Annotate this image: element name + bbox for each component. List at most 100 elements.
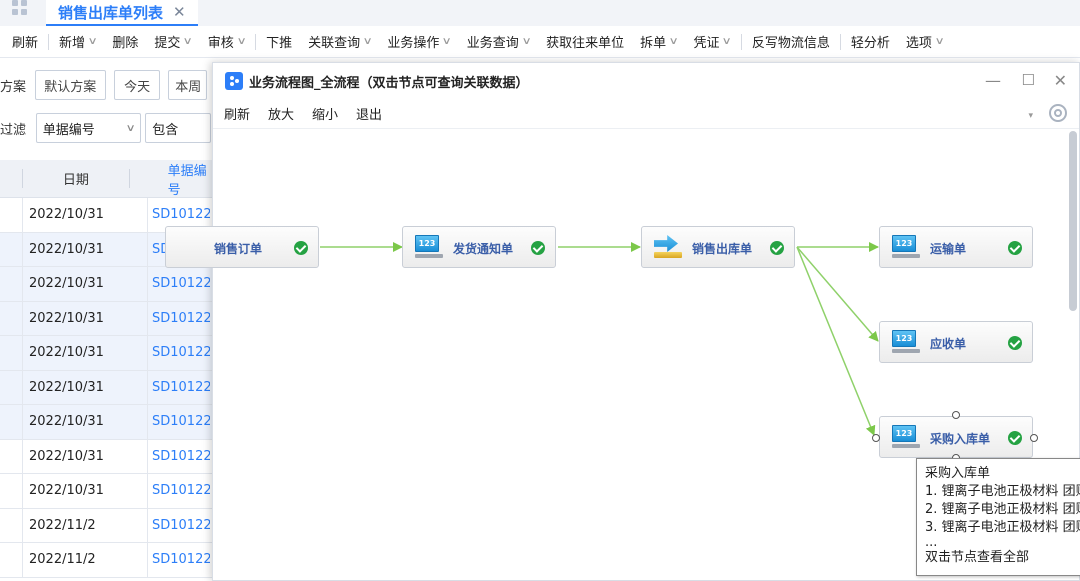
check-icon [1008,431,1022,445]
chevron-down-icon[interactable]: ∨ [183,36,193,47]
cell-date: 2022/10/31 [22,267,148,301]
chevron-down-icon[interactable]: ∨ [934,36,944,47]
filter-field-select[interactable]: 单据编号 ∨ [35,113,142,143]
toolbar-divider [740,33,742,50]
chevron-down-icon[interactable]: ∨ [669,36,679,47]
toolbar-button-9[interactable]: 获取往来单位 [538,32,632,51]
cell-date: 2022/10/31 [22,198,148,232]
node-sales-outbound[interactable]: 销售出库单 [641,226,795,268]
menu-refresh[interactable]: 刷新 [224,104,250,123]
table-row[interactable]: 2022/10/31SD101223 [0,301,212,336]
cell-date: 2022/10/31 [22,370,148,404]
sort-down-icon[interactable]: ▾ [1028,111,1033,121]
scheme-label: 方案 [0,79,27,95]
toolbar-button-label: 审核 [207,36,234,51]
filter-operator-value: 包含 [152,122,179,138]
toolbar-button-0[interactable]: 刷新 [12,32,46,51]
menu-zoom-in[interactable]: 放大 [268,104,294,123]
toolbar-button-7[interactable]: 业务操作 ∨ [379,32,458,51]
check-icon [1008,241,1022,255]
cell-bill-number-link[interactable]: SD101229 [148,518,210,533]
node-delivery-notice[interactable]: 123 发货通知单 [402,226,556,268]
tab-close-icon[interactable]: ✕ [173,3,186,21]
toolbar-button-6[interactable]: 关联查询 ∨ [300,32,379,51]
node-transport[interactable]: 123 运输单 [879,226,1033,268]
minimize-icon[interactable]: — [985,71,1001,90]
chevron-down-icon[interactable]: ∨ [363,36,373,47]
cell-bill-number-link[interactable]: SD101228 [148,483,210,498]
table-row[interactable]: 2022/10/31SD101226 [0,405,212,440]
flowchart-icon [225,72,243,90]
filter-label: 过滤 [0,122,27,138]
col-header-date[interactable]: 日期 [22,169,130,188]
toolbar-divider [255,33,257,50]
apps-grid-icon[interactable] [12,0,32,18]
node-label: 发货通知单 [453,242,514,256]
cell-bill-number-link[interactable]: SD101226 [148,414,210,429]
cell-bill-number-link[interactable]: SD101223 [148,311,210,326]
col-header-number[interactable]: 单据编号 [130,160,212,198]
cell-bill-number-link[interactable]: SD101220 [148,552,210,567]
menu-zoom-out[interactable]: 缩小 [312,104,338,123]
toolbar-button-14[interactable]: 选项 ∨ [898,32,951,51]
toolbar-button-13[interactable]: 轻分析 [843,32,898,51]
cell-date: 2022/10/31 [22,232,148,266]
chevron-down-icon[interactable]: ∨ [88,36,98,47]
table-row[interactable]: 2022/10/31SD101222 [0,267,212,302]
scheme-default-button[interactable]: 默认方案 [34,70,106,100]
dialog-title: 业务流程图_全流程（双击节点可查询关联数据） [249,75,529,91]
cell-bill-number-link[interactable]: SD101227 [148,449,210,464]
toolbar-button-label: 获取往来单位 [546,36,625,51]
toolbar-button-label: 删除 [112,36,139,51]
node-purchase-inbound[interactable]: 123 采购入库单 [879,416,1033,458]
table-row[interactable]: 2022/10/31SD101224 [0,336,212,371]
node-label: 采购入库单 [930,432,991,446]
tab-sales-outbound-list[interactable]: 销售出库单列表 ✕ [46,0,198,26]
cell-date: 2022/10/31 [22,405,148,439]
toolbar-button-2[interactable]: 删除 [104,32,146,51]
cell-bill-number-link[interactable]: SD101222 [148,276,210,291]
check-icon [770,241,784,255]
chevron-down-icon[interactable]: ∨ [722,36,732,47]
chevron-down-icon[interactable]: ∨ [521,36,531,47]
resize-handle[interactable] [872,434,880,442]
toolbar-button-12[interactable]: 反写物流信息 [744,32,838,51]
scheme-today-button[interactable]: 今天 [113,70,161,100]
gear-icon[interactable] [1049,104,1067,122]
resize-handle[interactable] [1030,434,1038,442]
chevron-down-icon[interactable]: ∨ [236,36,246,47]
cell-bill-number-link[interactable]: SD101220 [148,207,210,222]
cell-date: 2022/10/31 [22,474,148,508]
grid-header: 日期 单据编号 [0,160,212,198]
toolbar-button-11[interactable]: 凭证 ∨ [685,32,738,51]
tooltip-line: 2. 锂离子电池正极材料 团账 [925,502,1080,517]
cell-bill-number-link[interactable]: SD101224 [148,345,210,360]
close-icon[interactable]: ✕ [1054,71,1067,90]
table-row[interactable]: 2022/10/31SD101227 [0,439,212,474]
toolbar-button-3[interactable]: 提交 ∨ [146,32,199,51]
resize-handle[interactable] [952,411,960,419]
menu-exit[interactable]: 退出 [356,104,382,123]
toolbar-button-5[interactable]: 下推 [258,32,300,51]
toolbar-button-4[interactable]: 审核 ∨ [200,32,253,51]
filter-operator-select[interactable]: 包含 [145,113,211,143]
table-row[interactable]: 2022/11/2SD101220 [0,543,212,578]
toolbar-button-8[interactable]: 业务查询 ∨ [459,32,538,51]
table-row[interactable]: 2022/10/31SD101225 [0,370,212,405]
maximize-icon[interactable]: ☐ [1022,71,1035,89]
filter-row: 过滤 单据编号 ∨ 包含 [0,111,215,145]
toolbar-button-label: 拆单 [640,36,667,51]
cell-bill-number-link[interactable]: SD101225 [148,380,210,395]
table-row[interactable]: 2022/11/2SD101229 [0,508,212,543]
node-receivable[interactable]: 123 应收单 [879,321,1033,363]
chevron-down-icon: ∨ [125,122,136,134]
toolbar-button-1[interactable]: 新增 ∨ [51,32,104,51]
scheme-week-button[interactable]: 本周 [168,70,207,100]
cell-date: 2022/11/2 [22,508,148,542]
vertical-scrollbar[interactable] [1069,131,1077,311]
node-sales-order[interactable]: 销售订单 [165,226,319,268]
table-row[interactable]: 2022/10/31SD101228 [0,474,212,509]
chevron-down-icon[interactable]: ∨ [442,36,452,47]
toolbar-button-10[interactable]: 拆单 ∨ [632,32,685,51]
terminal-icon: 123 [415,235,443,259]
